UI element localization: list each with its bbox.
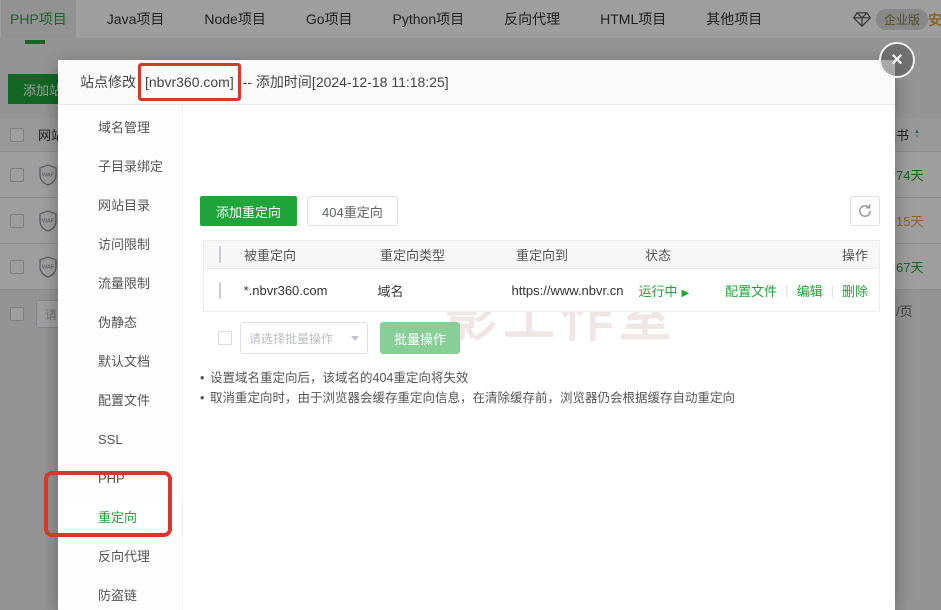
sidebar-item-default-doc[interactable]: 默认文档 xyxy=(58,342,182,381)
redirect-toolbar: 添加重定向 404重定向 xyxy=(200,196,880,226)
sidebar-item-anti-leech[interactable]: 防盗链 xyxy=(58,576,182,610)
redirect-source: *.nbvr360.com xyxy=(244,283,378,298)
batch-operation-select[interactable]: 请选择批量操作 xyxy=(240,322,368,354)
row-actions: 配置文件 | 编辑 | 删除 xyxy=(725,281,879,300)
redirect-target: https://www.nbvr.cn xyxy=(511,283,638,298)
dialog-title: 站点修改 [nbvr360.com] -- 添加时间[2024-12-18 11… xyxy=(58,60,895,105)
sidebar-item-config-file[interactable]: 配置文件 xyxy=(58,381,182,420)
close-dialog-button[interactable]: × xyxy=(879,42,915,78)
sidebar-item-redirect[interactable]: 重定向 xyxy=(58,498,182,537)
dialog-sidebar: 域名管理 子目录绑定 网站目录 访问限制 流量限制 伪静态 默认文档 配置文件 … xyxy=(58,105,183,610)
redirect-table-header: 被重定向 重定向类型 重定向到 状态 操作 xyxy=(204,241,879,269)
sidebar-item-access-limit[interactable]: 访问限制 xyxy=(58,225,182,264)
chevron-down-icon xyxy=(351,336,359,341)
separator: | xyxy=(785,283,788,298)
refresh-icon xyxy=(857,203,873,219)
select-all-checkbox[interactable] xyxy=(219,246,221,263)
sidebar-item-subdir-bind[interactable]: 子目录绑定 xyxy=(58,147,182,186)
row-checkbox[interactable] xyxy=(219,282,221,299)
play-icon: ▶ xyxy=(682,288,690,299)
redirect-notes: 设置域名重定向后，该域名的404重定向将失效 取消重定向时，由于浏览器会缓存重定… xyxy=(200,368,880,408)
sidebar-item-traffic-limit[interactable]: 流量限制 xyxy=(58,264,182,303)
batch-operation-button[interactable]: 批量操作 xyxy=(380,322,460,354)
separator: | xyxy=(831,283,834,298)
status-badge: 运行中▶ xyxy=(639,281,726,300)
col-type: 重定向类型 xyxy=(380,245,516,264)
add-redirect-button[interactable]: 添加重定向 xyxy=(200,196,297,226)
delete-link[interactable]: 删除 xyxy=(842,281,868,300)
redirect-row: *.nbvr360.com 域名 https://www.nbvr.cn 运行中… xyxy=(204,269,879,311)
batch-operations-row: 请选择批量操作 批量操作 xyxy=(200,322,880,354)
redirect-table: 被重定向 重定向类型 重定向到 状态 操作 *.nbvr360.com 域名 h… xyxy=(203,240,880,312)
close-icon: × xyxy=(891,49,903,72)
col-source: 被重定向 xyxy=(244,245,380,264)
redirect-404-button[interactable]: 404重定向 xyxy=(307,196,398,226)
domain-annotation-box: [nbvr360.com] xyxy=(138,63,241,101)
col-actions: 操作 xyxy=(733,245,879,264)
col-status: 状态 xyxy=(645,245,733,264)
redirect-type: 域名 xyxy=(378,281,512,300)
sidebar-item-php[interactable]: PHP xyxy=(58,459,182,498)
sidebar-item-site-dir[interactable]: 网站目录 xyxy=(58,186,182,225)
title-prefix: 站点修改 xyxy=(80,72,136,92)
edit-link[interactable]: 编辑 xyxy=(797,281,823,300)
sidebar-item-reverse-proxy[interactable]: 反向代理 xyxy=(58,537,182,576)
col-target: 重定向到 xyxy=(516,245,645,264)
site-modify-dialog: 站点修改 [nbvr360.com] -- 添加时间[2024-12-18 11… xyxy=(58,60,895,610)
config-file-link[interactable]: 配置文件 xyxy=(725,281,777,300)
refresh-button[interactable] xyxy=(850,196,880,226)
redirect-panel: 影工作室 添加重定向 404重定向 被重定向 重定向类型 重定向到 状 xyxy=(183,105,895,610)
batch-select-placeholder: 请选择批量操作 xyxy=(249,330,333,347)
batch-checkbox[interactable] xyxy=(218,331,232,345)
note-line: 设置域名重定向后，该域名的404重定向将失效 xyxy=(200,368,880,388)
title-domain: [nbvr360.com] xyxy=(145,74,234,90)
title-suffix: -- 添加时间[2024-12-18 11:18:25] xyxy=(243,72,449,92)
sidebar-item-domain-manage[interactable]: 域名管理 xyxy=(58,108,182,147)
sidebar-item-ssl[interactable]: SSL xyxy=(58,420,182,459)
note-line: 取消重定向时，由于浏览器会缓存重定向信息，在清除缓存前，浏览器仍会根据缓存自动重… xyxy=(200,388,880,408)
sidebar-item-rewrite[interactable]: 伪静态 xyxy=(58,303,182,342)
